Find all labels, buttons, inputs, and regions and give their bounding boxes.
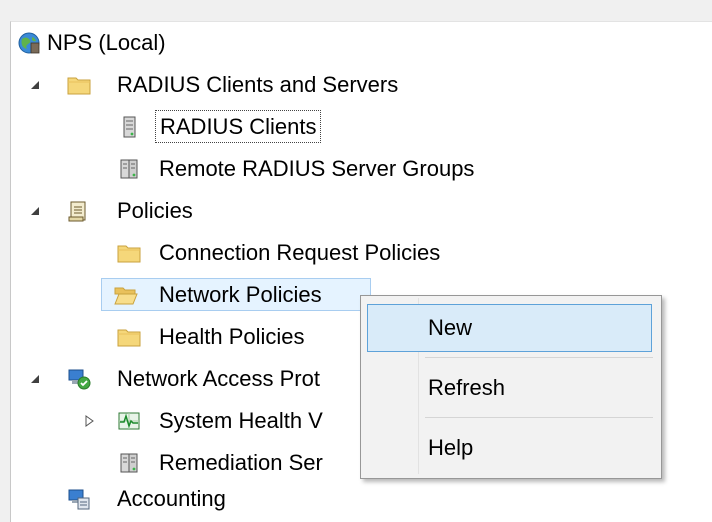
policy-scroll-icon xyxy=(68,201,86,222)
tree-node-network-policies[interactable]: Network Policies xyxy=(11,274,411,316)
tree-node-radius-clients[interactable]: RADIUS Clients xyxy=(11,106,411,148)
tree-node-label: Connection Request Policies xyxy=(159,240,441,265)
menu-item-new[interactable]: New xyxy=(367,304,652,352)
expanded-arrow-icon[interactable] xyxy=(28,358,42,400)
tree-node-label: Remote RADIUS Server Groups xyxy=(159,156,475,181)
server-group-icon xyxy=(120,159,138,179)
context-menu: New Refresh Help xyxy=(360,295,662,479)
tree-node-nps-local[interactable]: NPS (Local) xyxy=(11,22,311,64)
tree-node-label: RADIUS Clients and Servers xyxy=(117,72,399,97)
tree-node-label: Remediation Ser xyxy=(159,450,323,475)
server-icon xyxy=(123,116,136,138)
window-top-strip xyxy=(0,0,712,21)
tree-node-label: Accounting xyxy=(117,486,226,511)
tree-node-label: Health Policies xyxy=(159,324,305,349)
server-group-icon xyxy=(120,453,138,473)
network-check-icon xyxy=(68,369,91,390)
tree-node-label: Network Policies xyxy=(159,282,322,307)
tree-node-accounting[interactable]: Accounting xyxy=(11,478,311,520)
tree-node-label: System Health V xyxy=(159,408,323,433)
menu-item-refresh[interactable]: Refresh xyxy=(367,364,652,412)
expanded-arrow-icon[interactable] xyxy=(28,190,42,232)
tree-node-radius-clients-servers[interactable]: RADIUS Clients and Servers xyxy=(11,64,481,106)
menu-separator xyxy=(425,357,653,358)
menu-item-help[interactable]: Help xyxy=(367,424,652,472)
tree-node-health-policies[interactable]: Health Policies xyxy=(11,316,371,358)
globe-server-icon xyxy=(18,32,40,54)
tree-node-system-health-validators[interactable]: System Health V xyxy=(11,400,361,442)
tree-node-label: Network Access Prot xyxy=(117,366,320,391)
health-monitor-icon xyxy=(118,412,140,430)
expanded-arrow-icon[interactable] xyxy=(28,64,42,106)
tree-node-network-access-protection[interactable]: Network Access Prot xyxy=(11,358,361,400)
tree-node-remote-radius-groups[interactable]: Remote RADIUS Server Groups xyxy=(11,148,571,190)
tree-node-label: Policies xyxy=(117,198,193,223)
tree-node-label: NPS (Local) xyxy=(47,30,166,55)
collapsed-arrow-icon[interactable] xyxy=(83,400,97,442)
folder-icon xyxy=(117,329,141,347)
open-folder-icon xyxy=(114,287,138,305)
accounting-icon xyxy=(68,489,90,510)
tree-node-label: RADIUS Clients xyxy=(155,110,322,143)
folder-icon xyxy=(117,245,141,263)
tree-node-connection-request-policies[interactable]: Connection Request Policies xyxy=(11,232,551,274)
menu-separator xyxy=(425,417,653,418)
tree-node-policies[interactable]: Policies xyxy=(11,190,251,232)
folder-icon xyxy=(67,77,91,95)
